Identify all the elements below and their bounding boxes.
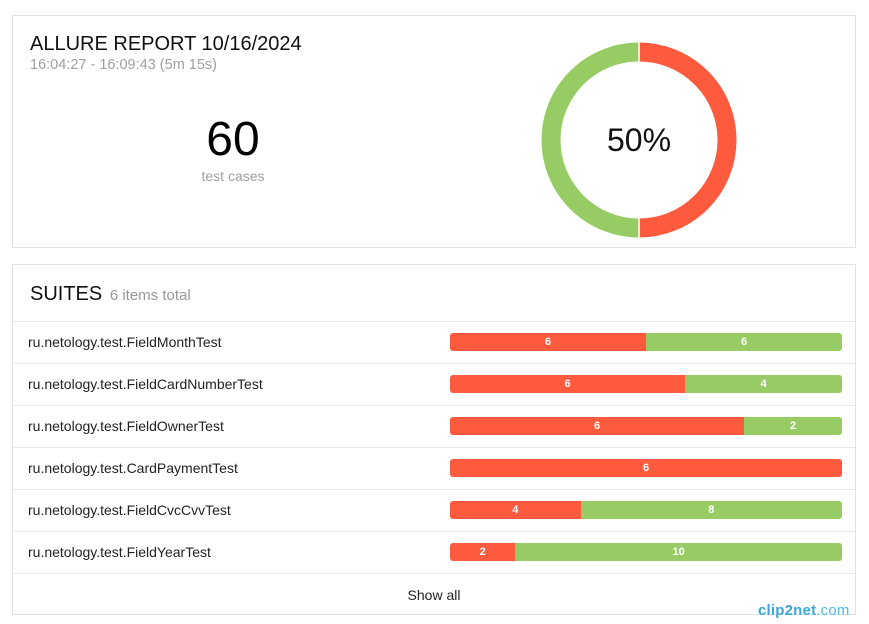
suite-status-bar[interactable]: 6	[450, 459, 842, 477]
suite-bar-failed-segment[interactable]: 2	[450, 543, 516, 561]
suite-row[interactable]: ru.netology.test.CardPaymentTest 6	[13, 447, 855, 489]
suite-row[interactable]: ru.netology.test.FieldCvcCvvTest 4 8	[13, 489, 855, 531]
suite-bar-passed-segment[interactable]: 10	[515, 543, 842, 561]
show-all-link[interactable]: Show all	[13, 573, 855, 616]
suite-status-bar[interactable]: 64	[450, 375, 842, 393]
clip2net-watermark: clip2net.com	[758, 602, 850, 619]
suite-bar-passed-segment[interactable]: 4	[685, 375, 842, 393]
suites-widget: SUITES 6 items total ru.netology.test.Fi…	[12, 264, 856, 615]
suite-status-bar[interactable]: 66	[450, 333, 842, 351]
suites-list: ru.netology.test.FieldMonthTest 6 6 ru.neto…	[13, 321, 855, 573]
suite-name: ru.netology.test.FieldCardNumberTest	[28, 376, 263, 392]
suite-bar-passed-segment[interactable]: 6	[646, 333, 842, 351]
success-rate-label: 50%	[606, 121, 672, 158]
suites-title: SUITES	[30, 283, 103, 305]
test-cases-label: test cases	[201, 168, 265, 184]
suite-row[interactable]: ru.netology.test.FieldCardNumberTest 6 4	[13, 363, 855, 405]
test-cases-count: 60	[206, 113, 260, 166]
suites-count: 6 items total	[109, 287, 191, 304]
suite-status-bar[interactable]: 2 10	[450, 543, 842, 561]
suite-bar-failed-segment[interactable]: 6	[450, 417, 744, 435]
suite-status-bar[interactable]: 48	[450, 501, 842, 519]
suite-name: ru.netology.test.FieldYearTest	[28, 544, 211, 560]
suite-bar-failed-segment[interactable]: 6	[450, 375, 686, 393]
suite-row[interactable]: ru.netology.test.FieldOwnerTest 6 2	[13, 405, 855, 447]
suite-bar-passed-segment[interactable]: 2	[744, 417, 842, 435]
suite-name: ru.netology.test.FieldCvcCvvTest	[28, 502, 231, 518]
suite-name: ru.netology.test.FieldMonthTest	[28, 334, 222, 350]
report-title: ALLURE REPORT 10/16/2024	[30, 33, 302, 55]
summary-widget: ALLURE REPORT 10/16/2024 16:04:27 - 16:0…	[12, 15, 856, 248]
suite-row[interactable]: ru.netology.test.FieldMonthTest 6 6	[13, 321, 855, 363]
suite-bar-failed-segment[interactable]: 6	[450, 333, 646, 351]
report-time-range: 16:04:27 - 16:09:43 (5m 15s)	[30, 57, 218, 73]
suite-bar-failed-segment[interactable]: 4	[450, 501, 581, 519]
suite-name: ru.netology.test.FieldOwnerTest	[28, 418, 224, 434]
suite-row[interactable]: ru.netology.test.FieldYearTest 2 10	[13, 531, 855, 573]
suite-bar-failed-segment[interactable]: 6	[450, 459, 842, 477]
suite-status-bar[interactable]: 62	[450, 417, 842, 435]
suites-header: SUITES 6 items total	[30, 283, 191, 306]
suite-bar-passed-segment[interactable]: 8	[580, 501, 842, 519]
suite-name: ru.netology.test.CardPaymentTest	[28, 460, 238, 476]
